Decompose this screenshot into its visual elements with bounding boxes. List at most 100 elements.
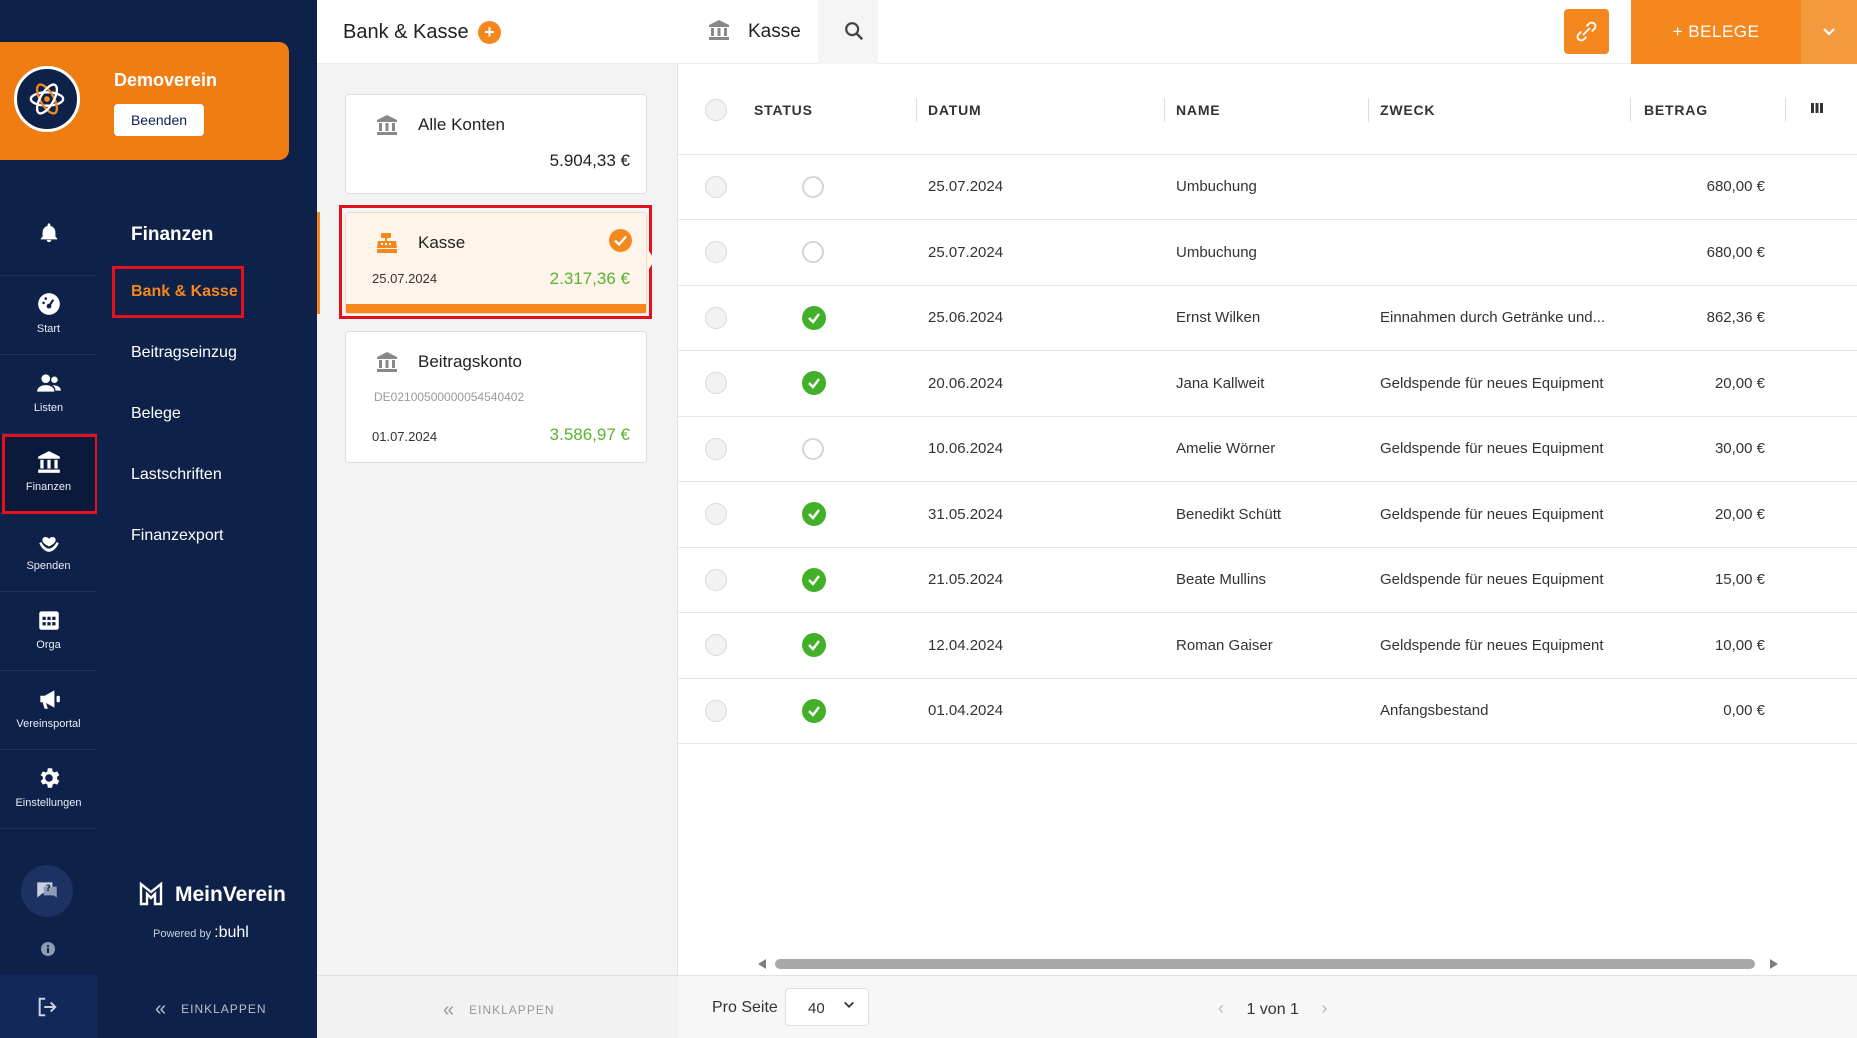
table-row[interactable]: 25.07.2024 Umbuchung 680,00 € bbox=[678, 154, 1857, 220]
account-iban: DE02100500000054540402 bbox=[374, 390, 525, 404]
status-done-icon[interactable] bbox=[802, 305, 826, 330]
next-page-icon[interactable]: › bbox=[1321, 998, 1327, 1018]
table-row[interactable]: 01.04.2024 Anfangsbestand 0,00 € bbox=[678, 678, 1857, 744]
status-done-icon[interactable] bbox=[802, 698, 826, 723]
info-icon[interactable] bbox=[40, 941, 56, 957]
status-cell bbox=[754, 612, 916, 679]
megaphone-icon bbox=[39, 690, 60, 709]
horizontal-scrollbar[interactable] bbox=[758, 957, 1778, 971]
atom-icon bbox=[29, 83, 65, 115]
account-card-alle-konten[interactable]: Alle Konten 5.904,33 € bbox=[345, 94, 647, 194]
table-row[interactable]: 25.07.2024 Umbuchung 680,00 € bbox=[678, 219, 1857, 286]
table-row[interactable]: 20.06.2024 Jana Kallweit Geldspende für ne… bbox=[678, 350, 1857, 417]
row-checkbox[interactable] bbox=[705, 175, 727, 198]
dashboard-icon bbox=[37, 293, 60, 315]
row-checkbox[interactable] bbox=[705, 568, 727, 591]
purpose-cell bbox=[1368, 154, 1630, 220]
status-cell bbox=[754, 285, 916, 351]
row-select-cell bbox=[678, 350, 754, 417]
rail-item-listen[interactable]: Listen bbox=[0, 356, 97, 434]
rail-item-start[interactable]: Start bbox=[0, 277, 97, 355]
selected-card-pointer bbox=[647, 248, 655, 272]
users-icon bbox=[36, 374, 61, 392]
paperclip-icon bbox=[1576, 21, 1597, 42]
pager: ‹ 1 von 1 › bbox=[1218, 998, 1327, 1019]
account-name: Alle Konten bbox=[418, 115, 505, 134]
name-cell: Amelie Wörner bbox=[1164, 416, 1368, 482]
link-receipt-button[interactable] bbox=[1564, 9, 1609, 54]
row-checkbox[interactable] bbox=[705, 241, 727, 264]
add-belege-button[interactable]: + BELEGE bbox=[1631, 0, 1801, 64]
subnav-item-finanzexport[interactable]: Finanzexport bbox=[131, 527, 224, 545]
name-cell: Roman Gaiser bbox=[1164, 612, 1368, 679]
row-checkbox[interactable] bbox=[705, 437, 727, 460]
logout-button[interactable] bbox=[0, 975, 97, 1038]
column-header-status[interactable]: STATUS bbox=[754, 66, 916, 155]
scroll-right-arrow-icon[interactable] bbox=[1770, 959, 1778, 969]
select-all-checkbox[interactable] bbox=[705, 98, 727, 121]
rail-label: Orga bbox=[36, 639, 61, 651]
status-cell bbox=[754, 547, 916, 613]
table-row[interactable]: 12.04.2024 Roman Gaiser Geldspende für neu… bbox=[678, 612, 1857, 679]
row-actions-cell bbox=[1777, 678, 1857, 744]
date-cell: 20.06.2024 bbox=[916, 350, 1164, 417]
rail-item-vereinsportal[interactable]: Vereinsportal bbox=[0, 672, 97, 750]
svg-text:?: ? bbox=[46, 884, 51, 894]
status-done-icon[interactable] bbox=[802, 502, 826, 527]
column-header-purpose[interactable]: ZWECK bbox=[1368, 66, 1630, 155]
column-header-name[interactable]: NAME bbox=[1164, 66, 1368, 155]
account-card-beitragskonto[interactable]: Beitragskonto DE02100500000054540402 01.… bbox=[345, 331, 647, 463]
subnav-item-lastschriften[interactable]: Lastschriften bbox=[131, 466, 222, 484]
collapse-nav-button[interactable]: «EINKLAPPEN bbox=[155, 998, 267, 1021]
row-actions-cell bbox=[1777, 481, 1857, 548]
collapse-accounts-button[interactable]: «EINKLAPPEN bbox=[443, 999, 555, 1022]
purpose-cell: Geldspende für neues Equipment bbox=[1368, 350, 1630, 417]
highlight-kasse-card bbox=[339, 205, 652, 319]
donation-icon bbox=[38, 536, 59, 552]
table-row[interactable]: 31.05.2024 Benedikt Schütt Geldspende für … bbox=[678, 481, 1857, 548]
row-select-cell bbox=[678, 219, 754, 286]
status-open-icon[interactable] bbox=[802, 175, 824, 198]
scroll-left-arrow-icon[interactable] bbox=[758, 959, 766, 969]
row-select-cell bbox=[678, 612, 754, 679]
prev-page-icon[interactable]: ‹ bbox=[1218, 998, 1224, 1018]
row-checkbox[interactable] bbox=[705, 372, 727, 395]
scrollbar-thumb[interactable] bbox=[775, 959, 1755, 969]
table-row[interactable]: 21.05.2024 Beate Mullins Geldspende für ne… bbox=[678, 547, 1857, 613]
highlight-finanzen bbox=[2, 434, 98, 514]
column-header-date[interactable]: DATUM bbox=[916, 66, 1164, 155]
account-date: 01.07.2024 bbox=[372, 429, 438, 444]
notifications-button[interactable] bbox=[0, 192, 97, 276]
rail-item-spenden[interactable]: Spenden bbox=[0, 514, 97, 592]
end-session-button[interactable]: Beenden bbox=[114, 104, 204, 136]
transactions-table: STATUS DATUM NAME ZWECK BETRAG 25.07.202… bbox=[678, 66, 1857, 744]
belege-dropdown-button[interactable] bbox=[1801, 0, 1857, 64]
selection-indicator bbox=[317, 212, 320, 314]
help-chat-button[interactable]: ? bbox=[21, 865, 73, 917]
row-checkbox[interactable] bbox=[705, 634, 727, 657]
add-account-button[interactable]: + bbox=[478, 21, 501, 44]
date-cell: 25.07.2024 bbox=[916, 154, 1164, 220]
status-open-icon[interactable] bbox=[802, 241, 824, 264]
status-done-icon[interactable] bbox=[802, 633, 826, 658]
column-header-amount[interactable]: BETRAG bbox=[1630, 66, 1777, 155]
row-checkbox[interactable] bbox=[705, 699, 727, 722]
table-row[interactable]: 10.06.2024 Amelie Wörner Geldspende für ne… bbox=[678, 416, 1857, 482]
subnav-item-beitragseinzug[interactable]: Beitragseinzug bbox=[131, 344, 237, 362]
subnav-item-belege[interactable]: Belege bbox=[131, 405, 181, 423]
row-checkbox[interactable] bbox=[705, 306, 727, 329]
table-row[interactable]: 25.06.2024 Ernst Wilken Einnahmen durch Ge… bbox=[678, 285, 1857, 351]
per-page-select[interactable]: 40 bbox=[785, 988, 869, 1026]
columns-icon[interactable] bbox=[1810, 101, 1824, 115]
status-done-icon[interactable] bbox=[802, 371, 826, 396]
status-cell bbox=[754, 481, 916, 548]
row-checkbox[interactable] bbox=[705, 503, 727, 526]
status-open-icon[interactable] bbox=[802, 437, 824, 460]
rail-item-orga[interactable]: Orga bbox=[0, 593, 97, 671]
date-cell: 10.06.2024 bbox=[916, 416, 1164, 482]
name-cell: Umbuchung bbox=[1164, 219, 1368, 286]
row-actions-cell bbox=[1777, 547, 1857, 613]
transactions-main: Kasse + BELEGE STATUS DATUM NAME ZWECK B… bbox=[678, 0, 1857, 1038]
status-done-icon[interactable] bbox=[802, 567, 826, 592]
rail-item-einstellungen[interactable]: Einstellungen bbox=[0, 751, 97, 829]
